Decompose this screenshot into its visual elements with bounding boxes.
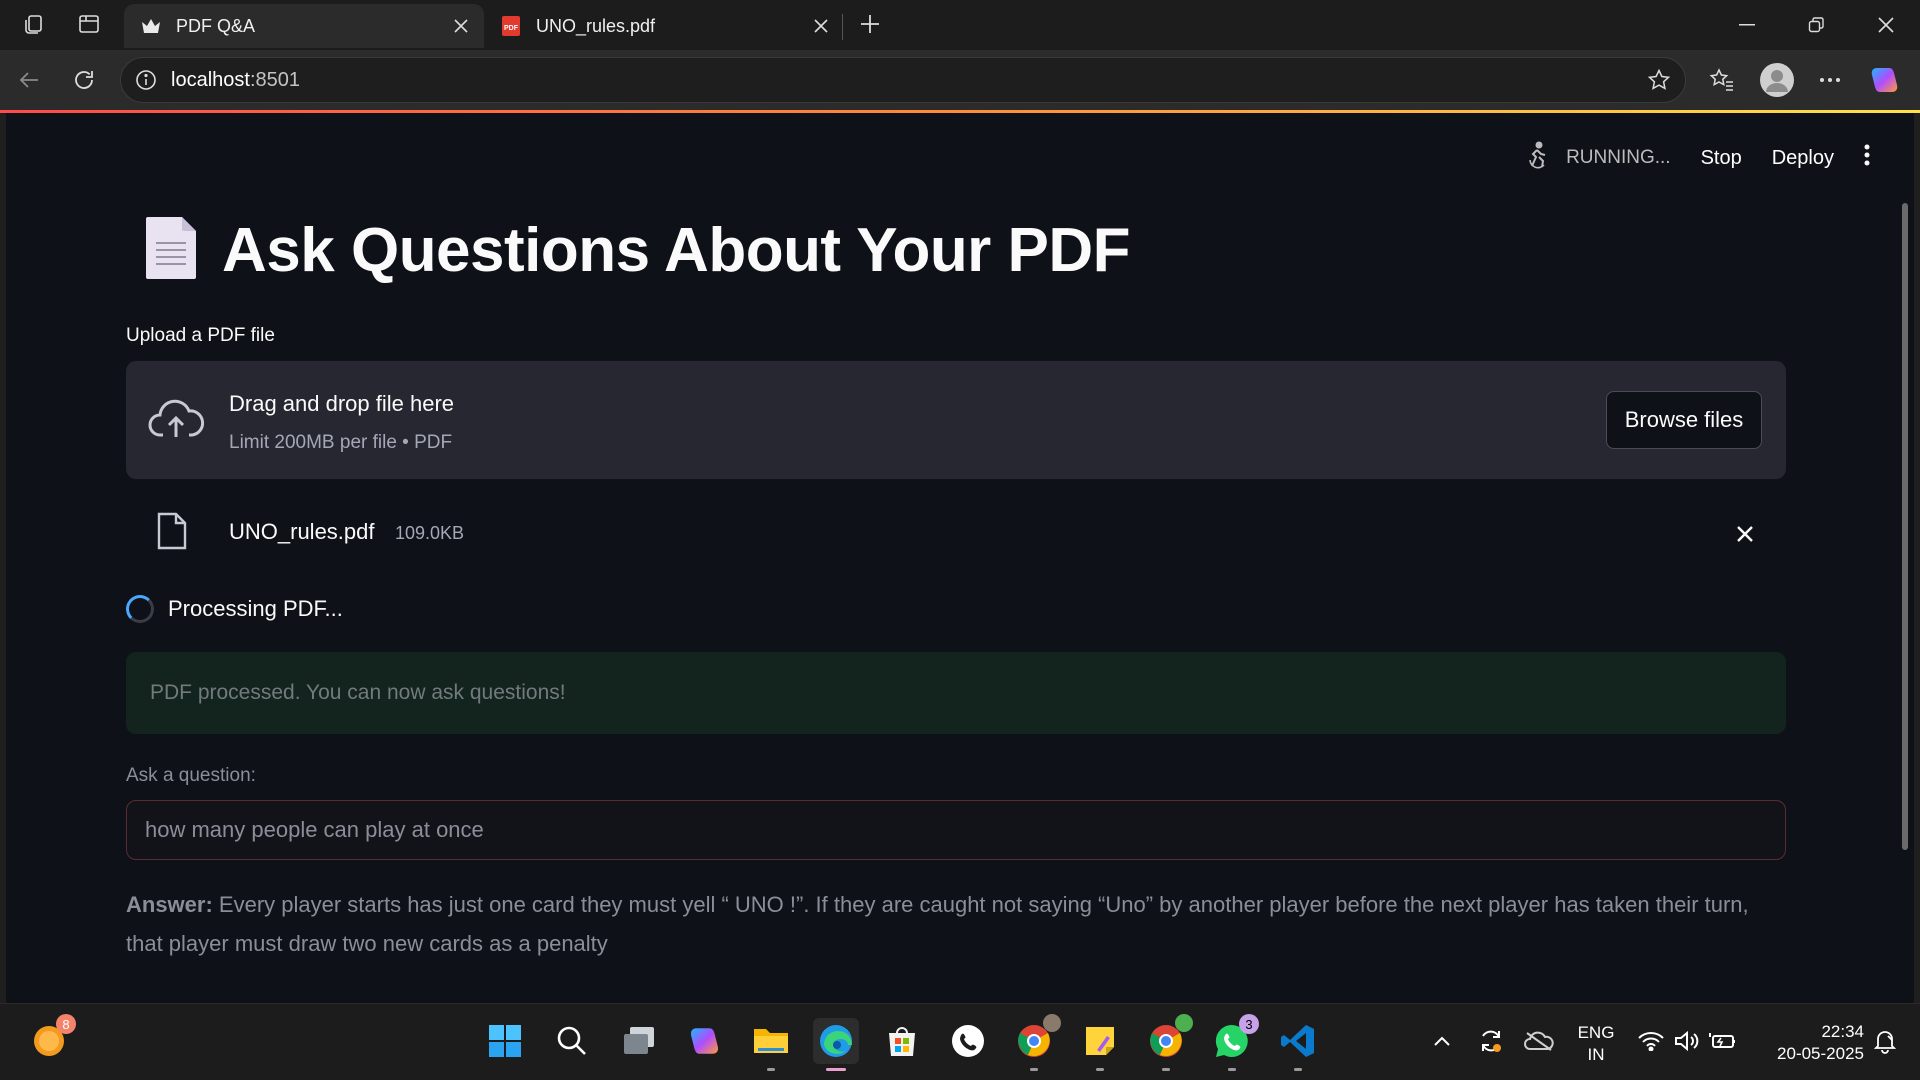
uploaded-file-row: UNO_rules.pdf 109.0KB xyxy=(126,503,1786,563)
close-window-icon[interactable] xyxy=(1866,8,1906,42)
start-windows-icon[interactable] xyxy=(482,1018,528,1064)
file-explorer-icon[interactable] xyxy=(748,1018,794,1071)
workspaces-icon[interactable] xyxy=(20,10,48,38)
running-indicator xyxy=(1228,1068,1236,1071)
chrome-icon[interactable] xyxy=(1143,1014,1193,1071)
file-icon xyxy=(156,511,188,556)
upload-limit-text: Limit 200MB per file • PDF xyxy=(229,432,453,453)
question-input[interactable] xyxy=(126,800,1786,860)
vscode-icon[interactable] xyxy=(1275,1018,1321,1071)
tab-label: PDF Q&A xyxy=(176,15,256,36)
loading-spinner-icon xyxy=(126,595,154,623)
profile-badge xyxy=(1043,1014,1061,1032)
title-heading: Ask Questions About Your PDF xyxy=(222,216,1131,285)
browse-files-button[interactable]: Browse files xyxy=(1606,391,1762,449)
scrollbar[interactable] xyxy=(1902,203,1908,850)
answer-body: Every player starts has just one card th… xyxy=(126,892,1749,956)
processing-text: Processing PDF... xyxy=(168,596,343,621)
stop-button[interactable]: Stop xyxy=(1701,147,1742,170)
success-message: PDF processed. You can now ask questions… xyxy=(150,681,566,704)
back-arrow-icon[interactable] xyxy=(14,64,46,96)
running-indicator xyxy=(1162,1068,1170,1071)
document-icon xyxy=(144,215,198,286)
wifi-icon[interactable] xyxy=(1634,1024,1668,1058)
copilot-icon[interactable] xyxy=(1868,63,1902,97)
onedrive-cloud-icon[interactable] xyxy=(1522,1024,1556,1058)
upload-label: Upload a PDF file xyxy=(126,325,275,346)
show-hidden-icons-chevron[interactable] xyxy=(1425,1024,1459,1058)
answer-label: Answer: xyxy=(126,892,213,917)
close-tab-icon[interactable] xyxy=(450,15,472,37)
windows-taskbar: 8 3 ENG IN 22:34 20-05-2025 xyxy=(0,1003,1920,1080)
file-name: UNO_rules.pdf xyxy=(229,519,375,544)
file-size: 109.0KB xyxy=(395,523,465,543)
pdf-file-icon: PDF xyxy=(500,15,522,37)
tab-actions-icon[interactable] xyxy=(75,10,103,38)
app-toolbar: RUNNING... Stop Deploy xyxy=(1524,140,1870,176)
tab-label: UNO_rules.pdf xyxy=(536,15,656,36)
tab-pdf-qa[interactable]: PDF Q&A xyxy=(124,4,484,48)
deploy-button[interactable]: Deploy xyxy=(1772,147,1834,170)
profile-badge xyxy=(1175,1014,1193,1032)
browser-toolbar: localhost:8501 xyxy=(0,50,1920,110)
volume-icon[interactable] xyxy=(1670,1024,1704,1058)
notifications-bell-icon[interactable] xyxy=(1868,1024,1902,1058)
favorites-icon[interactable] xyxy=(1706,64,1738,96)
running-indicator xyxy=(1030,1068,1038,1071)
copilot-app-icon[interactable] xyxy=(682,1018,728,1064)
processing-status: Processing PDF... xyxy=(126,591,343,627)
tab-uno-rules[interactable]: PDF UNO_rules.pdf xyxy=(484,4,844,48)
file-dropzone[interactable]: Drag and drop file here Limit 200MB per … xyxy=(126,361,1786,479)
streamlit-app: RUNNING... Stop Deploy Ask Questions Abo… xyxy=(6,113,1914,1003)
browser-tab-strip: PDF Q&A PDF UNO_rules.pdf xyxy=(0,0,1920,50)
new-tab-icon[interactable] xyxy=(856,10,884,38)
running-person-icon xyxy=(1524,140,1554,176)
edge-browser-icon[interactable] xyxy=(813,1018,859,1071)
page-title: Ask Questions About Your PDF xyxy=(144,215,1131,286)
battery-icon[interactable] xyxy=(1706,1024,1740,1058)
active-indicator xyxy=(826,1068,846,1071)
running-indicator xyxy=(1294,1068,1302,1071)
running-indicator xyxy=(767,1068,775,1071)
chrome-profile-icon[interactable] xyxy=(1011,1014,1061,1071)
minimize-icon[interactable] xyxy=(1727,8,1767,42)
remove-file-icon[interactable] xyxy=(1730,519,1760,549)
more-options-icon[interactable] xyxy=(1814,64,1846,96)
cloud-upload-icon xyxy=(148,397,205,444)
whatsapp-business-icon[interactable]: 3 xyxy=(1209,1014,1259,1071)
address-bar[interactable]: localhost:8501 xyxy=(120,57,1686,103)
svg-text:PDF: PDF xyxy=(504,25,519,32)
sticky-notes-icon[interactable] xyxy=(1077,1018,1123,1071)
profile-avatar-icon[interactable] xyxy=(1759,62,1795,98)
search-icon[interactable] xyxy=(549,1018,595,1064)
url-text: localhost:8501 xyxy=(171,69,300,91)
sync-icon[interactable] xyxy=(1474,1024,1508,1058)
answer-text: Answer: Every player starts has just one… xyxy=(126,885,1786,963)
system-clock[interactable]: 22:34 20-05-2025 xyxy=(1756,1021,1864,1065)
whatsapp-icon[interactable] xyxy=(945,1018,991,1064)
streamlit-crown-icon xyxy=(140,15,162,37)
question-label: Ask a question: xyxy=(126,765,256,786)
running-status: RUNNING... xyxy=(1524,140,1671,176)
whatsapp-badge: 3 xyxy=(1239,1014,1259,1034)
widgets-icon[interactable]: 8 xyxy=(26,1014,76,1064)
site-info-icon[interactable] xyxy=(135,69,157,96)
widgets-badge: 8 xyxy=(56,1014,76,1034)
tab-divider xyxy=(842,14,843,40)
restore-icon[interactable] xyxy=(1796,8,1836,42)
microsoft-store-icon[interactable] xyxy=(879,1018,925,1064)
refresh-icon[interactable] xyxy=(68,64,100,96)
drop-instructions: Drag and drop file here xyxy=(229,391,455,416)
success-alert: PDF processed. You can now ask questions… xyxy=(126,652,1786,734)
task-view-icon[interactable] xyxy=(616,1018,662,1064)
main-menu-icon[interactable] xyxy=(1864,144,1870,172)
favorite-star-icon[interactable] xyxy=(1647,68,1671,97)
running-indicator xyxy=(1096,1068,1104,1071)
language-indicator[interactable]: ENG IN xyxy=(1576,1022,1616,1066)
close-tab-icon[interactable] xyxy=(810,15,832,37)
